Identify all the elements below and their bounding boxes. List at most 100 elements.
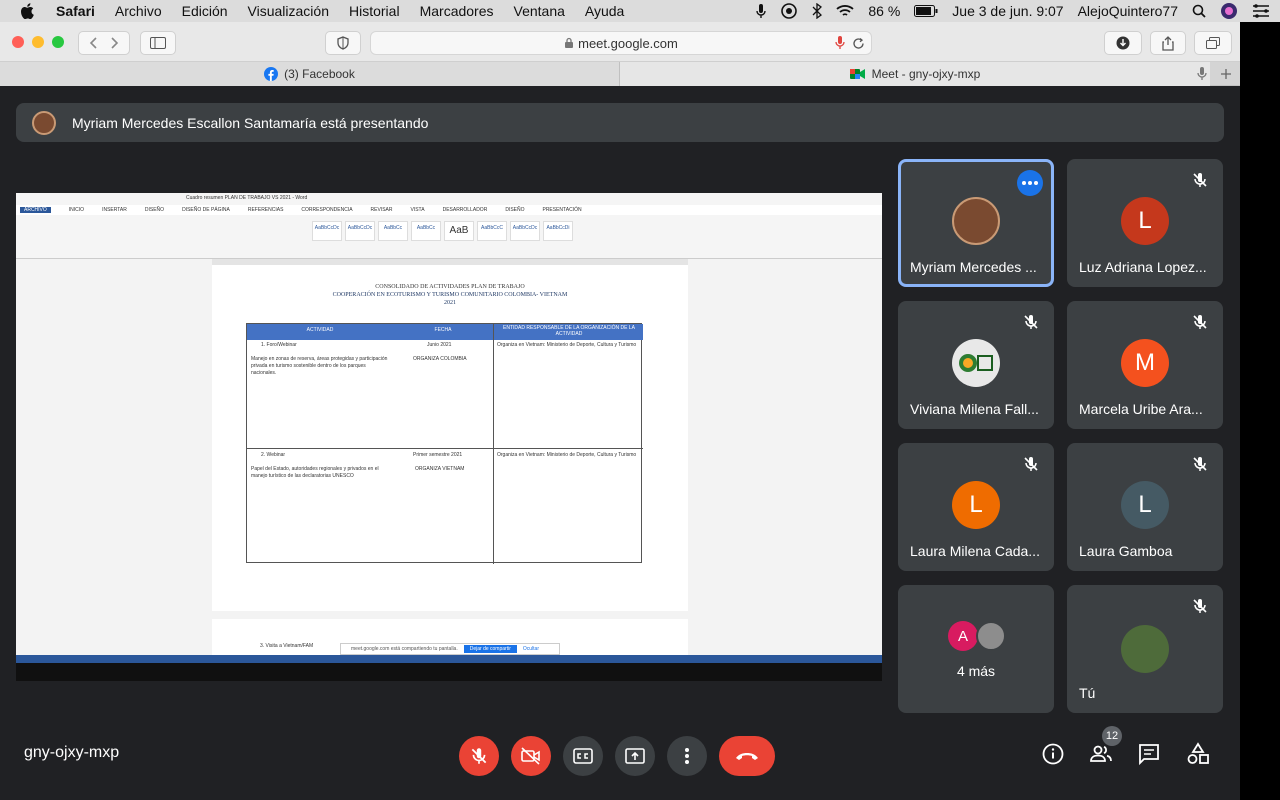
menu-app-name[interactable]: Safari bbox=[56, 3, 95, 19]
bluetooth-icon[interactable] bbox=[812, 3, 823, 19]
user-name[interactable]: AlejoQuintero77 bbox=[1078, 3, 1178, 19]
document-title-line: 2021 bbox=[444, 300, 456, 306]
word-tab: INSERTAR bbox=[102, 207, 127, 213]
privacy-report-button[interactable] bbox=[325, 31, 361, 55]
meeting-details-icon[interactable] bbox=[1041, 742, 1065, 766]
sidebar-button[interactable] bbox=[140, 31, 176, 55]
minimize-window-button[interactable] bbox=[32, 36, 44, 48]
chevron-left-icon[interactable] bbox=[84, 36, 104, 50]
activities-icon[interactable] bbox=[1186, 742, 1210, 766]
wifi-icon[interactable] bbox=[836, 4, 854, 18]
avatar: L bbox=[952, 481, 1000, 529]
microphone-recording-icon[interactable] bbox=[835, 36, 845, 50]
tab-overview-button[interactable] bbox=[1194, 31, 1232, 55]
menu-edicion[interactable]: Edición bbox=[182, 3, 228, 19]
menu-ayuda[interactable]: Ayuda bbox=[585, 3, 624, 19]
table-cell: Manejo en zonas de reserva, áreas proteg… bbox=[251, 356, 388, 376]
more-options-button[interactable] bbox=[1017, 170, 1043, 196]
clock[interactable]: Jue 3 de jun. 9:07 bbox=[952, 3, 1063, 19]
self-tile[interactable]: Tú bbox=[1067, 585, 1223, 713]
menu-visualizacion[interactable]: Visualización bbox=[248, 3, 329, 19]
table-header: ACTIVIDAD FECHA ENTIDAD RESPONSABLE DE L… bbox=[247, 324, 643, 340]
siri-icon[interactable] bbox=[1220, 2, 1238, 20]
menu-status-area: 86 % Jue 3 de jun. 9:07 AlejoQuintero77 bbox=[756, 0, 1270, 22]
avatar bbox=[1121, 625, 1169, 673]
table-divider bbox=[493, 324, 494, 564]
participant-tile[interactable]: L Luz Adriana Lopez... bbox=[1067, 159, 1223, 287]
zoom-window-button[interactable] bbox=[52, 36, 64, 48]
participant-name: Laura Gamboa bbox=[1079, 543, 1173, 559]
avatar bbox=[952, 197, 1000, 245]
present-now-button[interactable] bbox=[615, 736, 655, 776]
control-center-icon[interactable] bbox=[1252, 4, 1270, 18]
toggle-mic-button[interactable] bbox=[459, 736, 499, 776]
table-cell: ORGANIZA COLOMBIA bbox=[413, 356, 467, 362]
menu-ventana[interactable]: Ventana bbox=[514, 3, 565, 19]
table-divider bbox=[247, 448, 643, 449]
screen-share-notice: meet.google.com está compartiendo tu pan… bbox=[340, 643, 560, 655]
table-cell: 3. Visita a Vietnam/FAM bbox=[260, 643, 314, 649]
participant-tile[interactable]: Myriam Mercedes ... bbox=[898, 159, 1054, 287]
microphone-icon[interactable] bbox=[756, 3, 767, 19]
presenting-banner: Myriam Mercedes Escallon Santamaría está… bbox=[16, 103, 1224, 142]
new-tab-icon[interactable] bbox=[1220, 68, 1232, 80]
battery-icon[interactable] bbox=[914, 5, 938, 17]
meeting-code: gny-ojxy-mxp bbox=[24, 744, 120, 761]
leave-call-button[interactable] bbox=[719, 736, 775, 776]
shared-screen: Cuadro resumen PLAN DE TRABAJO VS 2021 -… bbox=[16, 193, 882, 681]
participant-tile[interactable]: Viviana Milena Fall... bbox=[898, 301, 1054, 429]
lock-icon bbox=[565, 37, 574, 48]
downloads-button[interactable] bbox=[1104, 31, 1142, 55]
table-cell: Organiza en Vietnam: Ministerio de Depor… bbox=[497, 342, 637, 348]
style-swatch: AaB bbox=[444, 221, 474, 241]
stop-sharing-button[interactable]: Dejar de compartir bbox=[463, 645, 517, 653]
share-button[interactable] bbox=[1150, 31, 1186, 55]
menu-historial[interactable]: Historial bbox=[349, 3, 400, 19]
hide-notice-button[interactable]: Ocultar bbox=[523, 646, 539, 652]
more-participants-tile[interactable]: A 4 más bbox=[898, 585, 1054, 713]
reload-icon[interactable] bbox=[852, 37, 865, 50]
word-tab: CORRESPONDENCIA bbox=[301, 207, 353, 213]
tab-audio-icon[interactable] bbox=[1197, 67, 1207, 81]
table-cell: Organiza en Vietnam: Ministerio de Depor… bbox=[497, 452, 637, 458]
chat-icon[interactable] bbox=[1137, 742, 1161, 766]
spotlight-search-icon[interactable] bbox=[1192, 4, 1206, 18]
toggle-camera-button[interactable] bbox=[511, 736, 551, 776]
more-options-button[interactable] bbox=[667, 736, 707, 776]
avatar: M bbox=[1121, 339, 1169, 387]
document-title-line: COOPERACIÓN EN ECOTURISMO Y TURISMO COMU… bbox=[332, 292, 568, 298]
chevron-right-icon[interactable] bbox=[104, 36, 124, 50]
sidebar-icon bbox=[150, 37, 166, 49]
word-status-bar bbox=[16, 655, 882, 663]
address-bar[interactable]: meet.google.com bbox=[370, 31, 872, 55]
table-cell: Papel del Estado, autoridades regionales… bbox=[251, 466, 379, 479]
tab-facebook[interactable]: (3) Facebook bbox=[0, 62, 620, 86]
avatar bbox=[32, 110, 56, 135]
word-tab: INICIO bbox=[68, 207, 85, 213]
menu-marcadores[interactable]: Marcadores bbox=[420, 3, 494, 19]
close-window-button[interactable] bbox=[12, 36, 24, 48]
present-screen-icon bbox=[625, 748, 645, 764]
word-tab: DISEÑO DE PÁGINA bbox=[182, 207, 230, 213]
browser-toolbar: meet.google.com bbox=[0, 22, 1240, 62]
screen-share-status-icon[interactable] bbox=[780, 3, 798, 19]
back-forward-buttons[interactable] bbox=[78, 31, 130, 55]
captions-button[interactable] bbox=[563, 736, 603, 776]
activities-table: ACTIVIDAD FECHA ENTIDAD RESPONSABLE DE L… bbox=[246, 323, 643, 564]
camera-off-icon bbox=[521, 747, 540, 765]
presenting-text: Myriam Mercedes Escallon Santamaría está… bbox=[72, 114, 429, 131]
google-meet-icon bbox=[849, 69, 865, 79]
participant-tile[interactable]: L Laura Gamboa bbox=[1067, 443, 1223, 571]
participant-tile[interactable]: L Laura Milena Cada... bbox=[898, 443, 1054, 571]
participant-tile[interactable]: M Marcela Uribe Ara... bbox=[1067, 301, 1223, 429]
tab-label: (3) Facebook bbox=[284, 67, 355, 81]
share-icon bbox=[1162, 35, 1174, 51]
tab-meet[interactable]: Meet - gny-ojxy-mxp bbox=[620, 62, 1210, 86]
mic-off-icon bbox=[1024, 315, 1038, 329]
menu-archivo[interactable]: Archivo bbox=[115, 3, 162, 19]
tab-bar: (3) Facebook Meet - gny-ojxy-mxp bbox=[0, 62, 1240, 86]
apple-logo-icon[interactable] bbox=[20, 3, 34, 19]
style-swatch: AaBbCcDc bbox=[510, 221, 540, 241]
word-tab: DESARROLLADOR bbox=[442, 207, 488, 213]
windows-taskbar bbox=[16, 663, 882, 681]
